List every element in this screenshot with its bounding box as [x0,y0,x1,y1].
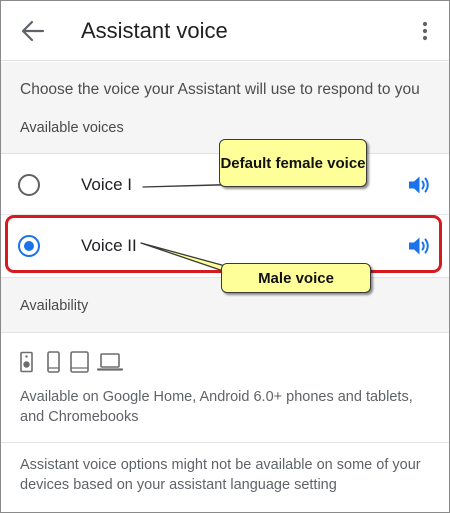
voice-1-label: Voice I [81,175,133,194]
speaker-icon [20,351,33,373]
default-voice-callout: Default female voice [219,139,367,187]
divider [1,442,449,443]
page-title: Assistant voice [81,18,228,43]
availability-note: Assistant voice options might not be ava… [20,457,421,493]
voice-2-play-button[interactable] [406,233,432,259]
voice-2-label: Voice II [81,236,137,255]
voice-1-play-button[interactable] [406,172,432,198]
more-vert-icon [422,21,428,41]
phone-icon [47,351,60,373]
volume-up-icon [409,176,429,194]
availability-description: Available on Google Home, Android 6.0+ p… [20,389,413,425]
voice-2-radio[interactable] [18,235,40,257]
intro-description: Choose the voice your Assistant will use… [20,81,420,98]
available-voices-heading: Available voices [20,120,124,136]
laptop-icon [96,353,124,371]
back-button[interactable] [19,18,47,44]
voice-1-radio[interactable] [18,174,40,196]
tablet-icon [70,351,89,373]
availability-heading: Availability [20,298,89,314]
male-voice-callout: Male voice [221,263,371,293]
device-icons [20,351,130,373]
app-bar: Assistant voice [1,1,449,61]
volume-up-icon [409,237,429,255]
screen-frame: Assistant voice Choose the voice your As… [0,0,450,513]
arrow-back-icon [21,20,45,42]
more-options-button[interactable] [415,18,435,44]
